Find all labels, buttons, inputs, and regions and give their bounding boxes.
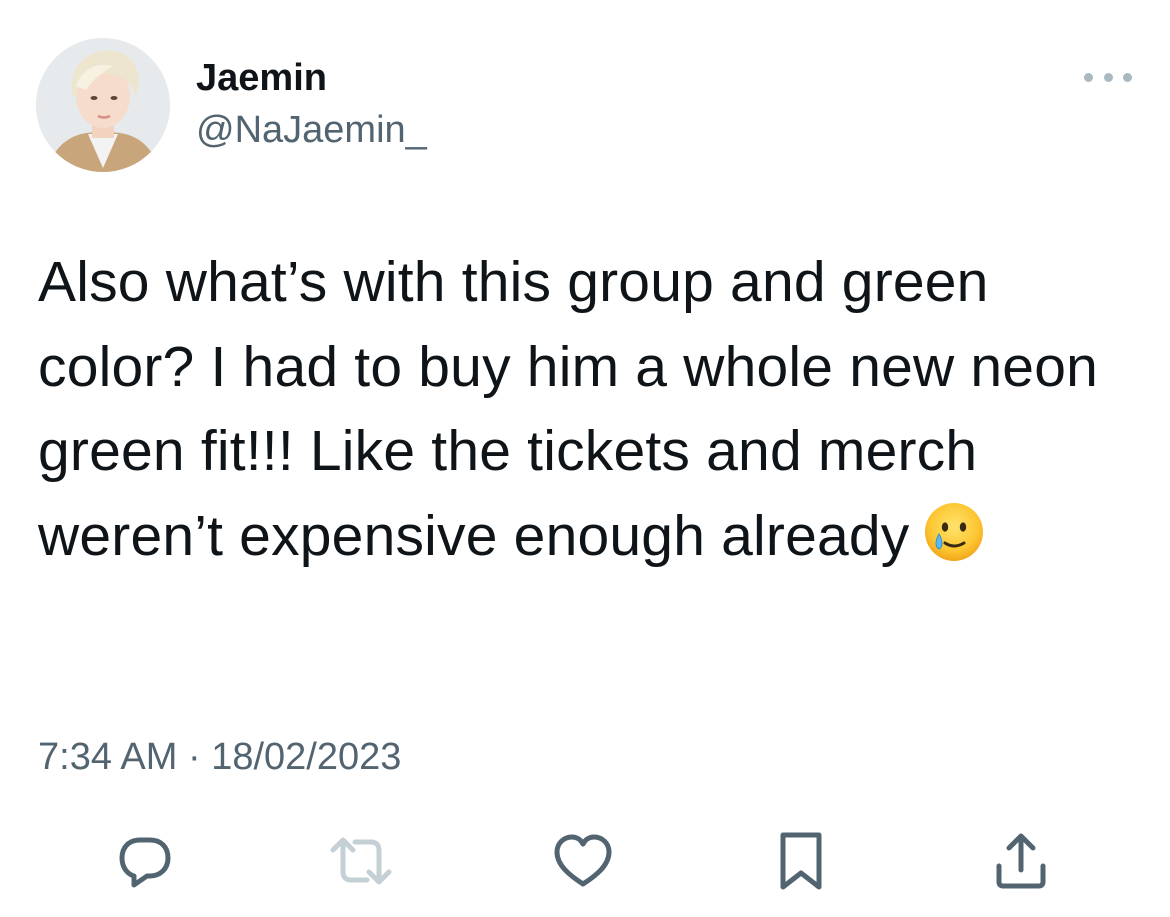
retweet-button[interactable]	[326, 826, 396, 896]
tweet-card: Jaemin @NaJaemin_ Also what’s with this …	[0, 0, 1170, 917]
bookmark-button[interactable]	[766, 826, 836, 896]
tweet-actions	[0, 820, 1170, 900]
share-button[interactable]	[986, 826, 1056, 896]
tweet-text: Also what’s with this group and green co…	[38, 240, 1128, 578]
share-icon	[996, 833, 1046, 889]
display-name[interactable]: Jaemin	[196, 56, 327, 100]
reply-button[interactable]	[110, 826, 180, 896]
heart-icon	[554, 834, 612, 887]
more-dot-icon	[1103, 72, 1113, 82]
avatar[interactable]	[36, 38, 170, 172]
reply-icon	[119, 837, 171, 888]
more-options-button[interactable]	[1084, 64, 1132, 90]
smiling-face-with-tear-icon	[923, 501, 985, 563]
more-dot-icon	[1123, 72, 1132, 82]
like-button[interactable]	[548, 826, 618, 896]
bookmark-icon	[780, 832, 822, 890]
tweet-timestamp[interactable]: 7:34 AM · 18/02/2023	[38, 734, 401, 780]
more-dot-icon	[1084, 72, 1093, 82]
user-handle[interactable]: @NaJaemin_	[196, 108, 427, 152]
retweet-icon	[330, 837, 392, 885]
